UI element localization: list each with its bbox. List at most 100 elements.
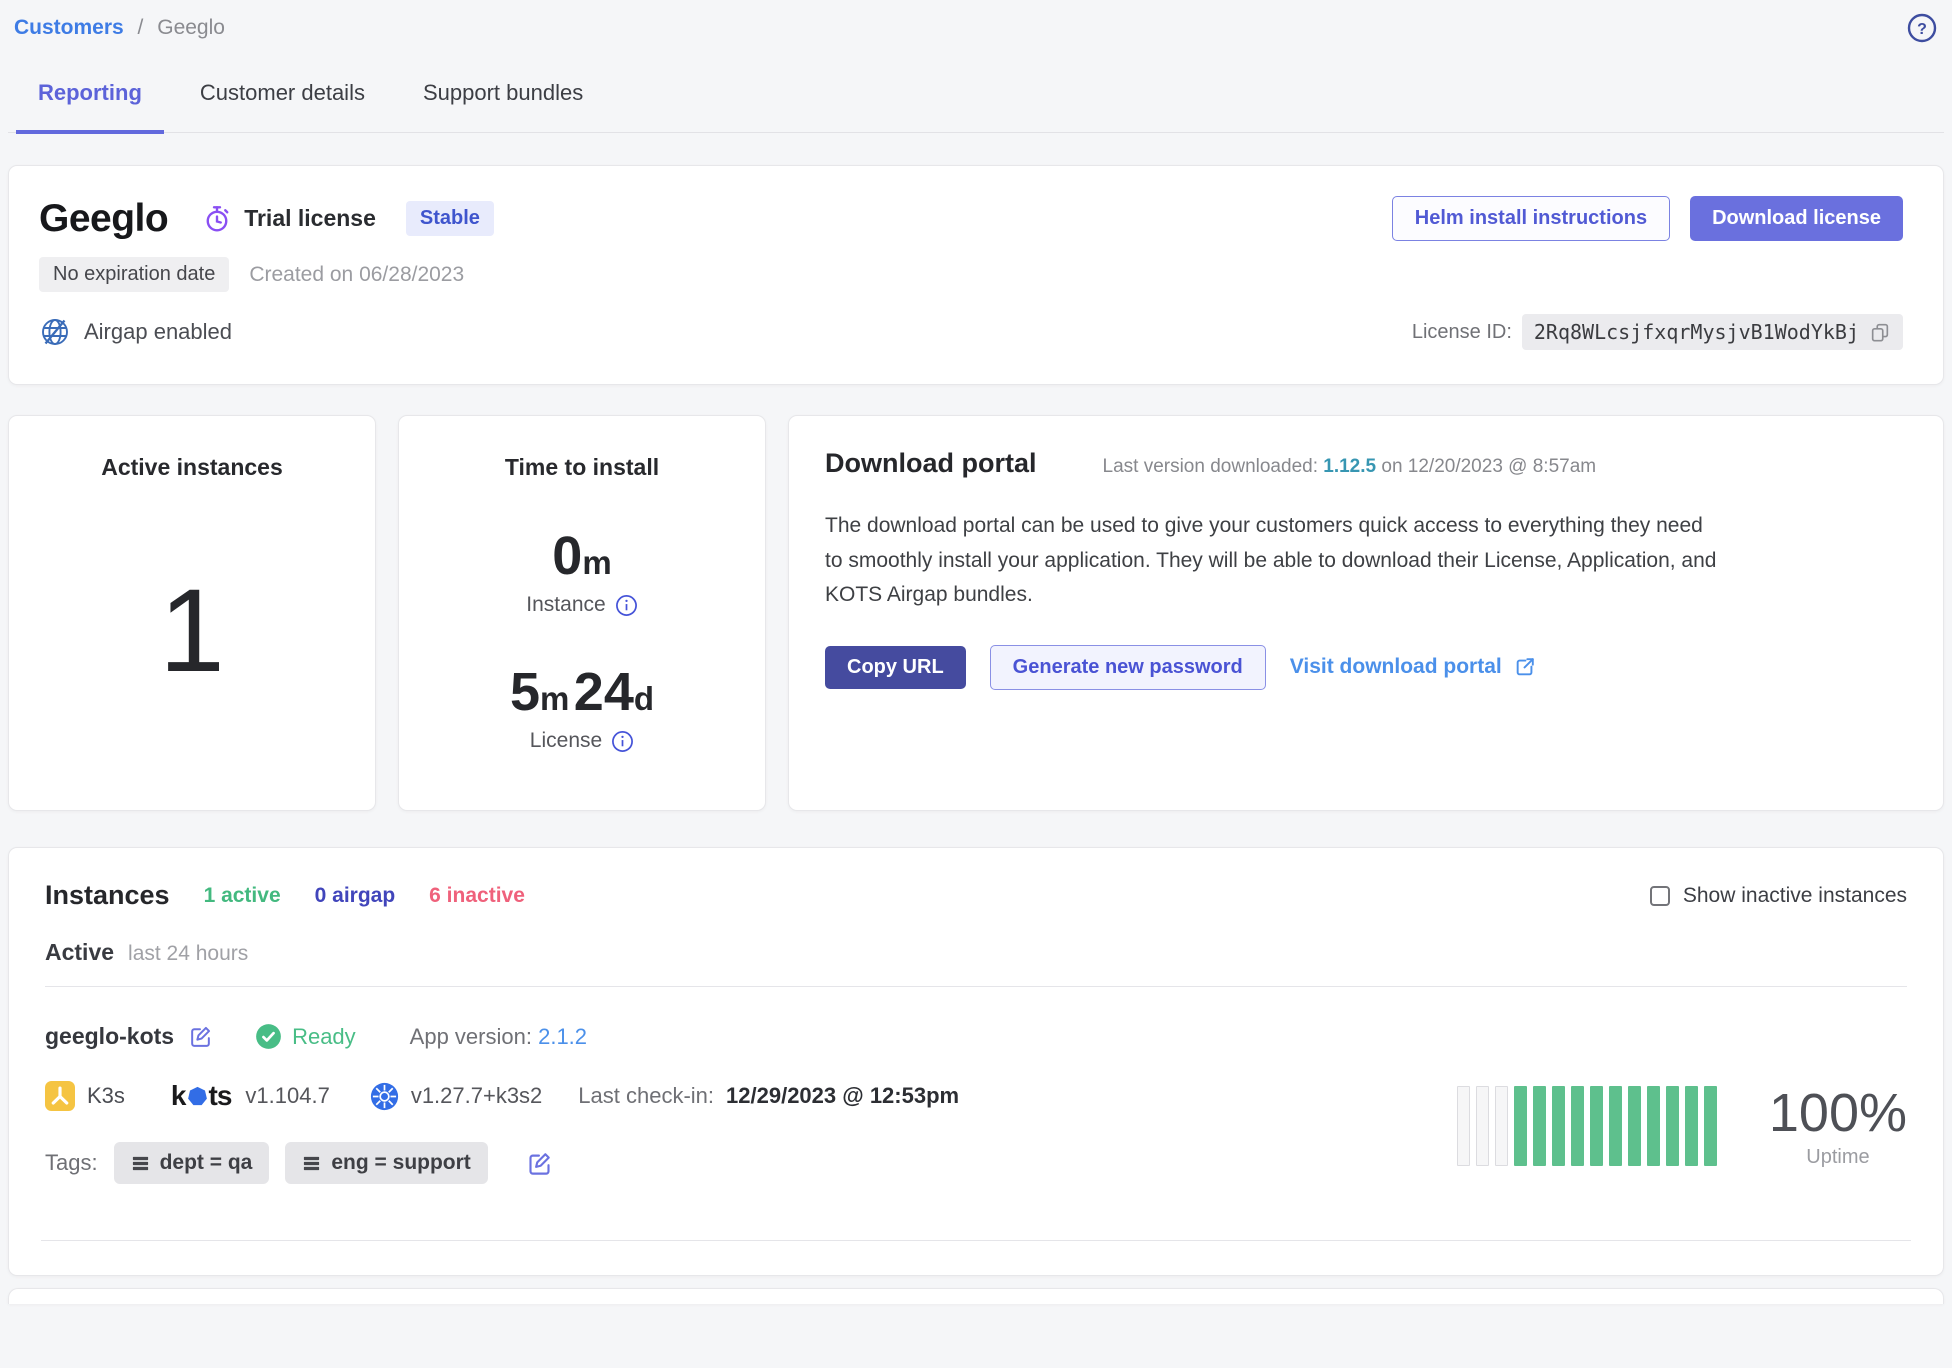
last-version-date: on 12/20/2023 @ 8:57am [1381, 456, 1596, 477]
inactive-count[interactable]: 6 inactive [429, 884, 525, 908]
uptime-bar [1628, 1086, 1641, 1166]
check-circle-icon [255, 1023, 282, 1050]
active-count[interactable]: 1 active [204, 884, 281, 908]
created-date: Created on 06/28/2023 [249, 263, 464, 287]
help-icon[interactable]: ? [1906, 12, 1938, 44]
license-time-value-1: 5 [510, 662, 540, 722]
edit-tags-icon[interactable] [526, 1150, 553, 1177]
info-icon[interactable] [611, 730, 634, 753]
download-portal-card: Download portal Last version downloaded:… [788, 415, 1944, 811]
last-version-link[interactable]: 1.12.5 [1323, 456, 1376, 477]
instance-status-label: Ready [292, 1024, 356, 1050]
uptime-bar [1704, 1086, 1717, 1166]
uptime-bar [1590, 1086, 1603, 1166]
tag-label: eng = support [331, 1151, 470, 1175]
license-time-label: License [530, 729, 602, 753]
divider [45, 986, 1907, 987]
visit-download-portal-link[interactable]: Visit download portal [1290, 655, 1536, 679]
tab-bar: Reporting Customer details Support bundl… [8, 68, 1944, 133]
instances-title: Instances [45, 880, 170, 911]
license-time-unit-2: d [634, 680, 654, 717]
kots-heptagon-o [186, 1085, 209, 1108]
breadcrumb-current: Geeglo [157, 16, 225, 39]
show-inactive-label: Show inactive instances [1683, 884, 1907, 908]
download-portal-description: The download portal can be used to give … [825, 509, 1725, 613]
app-version: App version: 2.1.2 [410, 1024, 587, 1050]
show-inactive-checkbox[interactable] [1650, 886, 1670, 906]
top-bar: Customers / Geeglo ? [8, 0, 1944, 44]
generate-new-password-button[interactable]: Generate new password [990, 645, 1266, 690]
instance-time-label: Instance [526, 593, 605, 617]
kubernetes-version-label: v1.27.7+k3s2 [411, 1083, 542, 1109]
license-id-chip: 2Rq8WLcsjfxqrMysjvB1WodYkBj [1522, 314, 1903, 350]
app-version-label: App version: [410, 1024, 532, 1049]
instance-install-time: 0m Instance [526, 525, 637, 617]
uptime-bar [1476, 1086, 1489, 1166]
app-version-link[interactable]: 2.1.2 [538, 1024, 587, 1049]
tag-icon [131, 1154, 150, 1173]
download-portal-title: Download portal [825, 448, 1037, 479]
license-type: Trial license [202, 204, 376, 234]
uptime-percentage: 100% [1769, 1082, 1907, 1144]
tag-chip: eng = support [285, 1142, 487, 1184]
last-checkin-label: Last check-in: [578, 1083, 714, 1109]
uptime-bar [1552, 1086, 1565, 1166]
stats-row: Active instances 1 Time to install 0m In… [8, 415, 1944, 811]
distribution-label: K3s [87, 1083, 125, 1109]
instance-time-value: 0 [552, 526, 582, 586]
uptime-bar [1609, 1086, 1622, 1166]
airgap-status: Airgap enabled [39, 316, 232, 348]
helm-install-instructions-button[interactable]: Helm install instructions [1392, 196, 1670, 241]
airgap-count[interactable]: 0 airgap [315, 884, 396, 908]
time-to-install-title: Time to install [505, 454, 659, 481]
kots-logo: k ts [171, 1080, 231, 1112]
show-inactive-toggle[interactable]: Show inactive instances [1650, 884, 1907, 908]
uptime-bar [1571, 1086, 1584, 1166]
uptime-bar [1457, 1086, 1470, 1166]
kubernetes-icon [370, 1082, 399, 1111]
kots-logo-ts: ts [209, 1080, 232, 1112]
download-license-button[interactable]: Download license [1690, 196, 1903, 241]
breadcrumb-customers-link[interactable]: Customers [14, 16, 124, 39]
uptime-panel: 100% Uptime [1457, 1067, 1907, 1184]
uptime-bar [1647, 1086, 1660, 1166]
last-version-downloaded: Last version downloaded: 1.12.5 on 12/20… [1103, 456, 1597, 478]
last-checkin-value: 12/29/2023 @ 12:53pm [726, 1083, 959, 1109]
copy-icon[interactable] [1869, 321, 1891, 343]
tab-reporting[interactable]: Reporting [16, 68, 164, 134]
uptime-bar [1533, 1086, 1546, 1166]
time-to-install-card: Time to install 0m Instance 5m 24d [398, 415, 766, 811]
uptime-label: Uptime [1769, 1146, 1907, 1169]
uptime-bars [1457, 1086, 1717, 1166]
tags-label: Tags: [45, 1150, 98, 1176]
svg-text:?: ? [1917, 21, 1927, 38]
customer-name: Geeglo [39, 197, 168, 241]
license-install-time: 5m 24d License [510, 661, 654, 753]
instance-name: geeglo-kots [45, 1023, 174, 1050]
active-instances-card: Active instances 1 [8, 415, 376, 811]
tag-label: dept = qa [160, 1151, 253, 1175]
customer-reporting-page: Customers / Geeglo ? Reporting Customer … [0, 0, 1952, 1304]
uptime-bar [1685, 1086, 1698, 1166]
uptime-bar [1514, 1086, 1527, 1166]
copy-url-button[interactable]: Copy URL [825, 646, 966, 689]
license-type-label: Trial license [244, 205, 376, 232]
uptime-bar [1666, 1086, 1679, 1166]
kubernetes-version: v1.27.7+k3s2 [370, 1082, 542, 1111]
license-time-unit-1: m [540, 680, 569, 717]
info-icon[interactable] [615, 594, 638, 617]
active-section-subtitle: last 24 hours [128, 942, 248, 966]
tab-support-bundles[interactable]: Support bundles [401, 68, 605, 132]
breadcrumb: Customers / Geeglo [14, 16, 225, 40]
instance-status: Ready [255, 1023, 356, 1050]
last-version-label: Last version downloaded: [1103, 456, 1318, 477]
tag-chip: dept = qa [114, 1142, 270, 1184]
edit-instance-name-icon[interactable] [188, 1024, 213, 1049]
kots-version: v1.104.7 [245, 1083, 329, 1109]
active-instances-title: Active instances [101, 454, 283, 481]
tab-customer-details[interactable]: Customer details [178, 68, 387, 132]
expiration-badge: No expiration date [39, 257, 229, 292]
distribution: K3s [45, 1081, 125, 1111]
active-section-title: Active [45, 939, 114, 966]
license-time-value-2: 24 [574, 662, 634, 722]
